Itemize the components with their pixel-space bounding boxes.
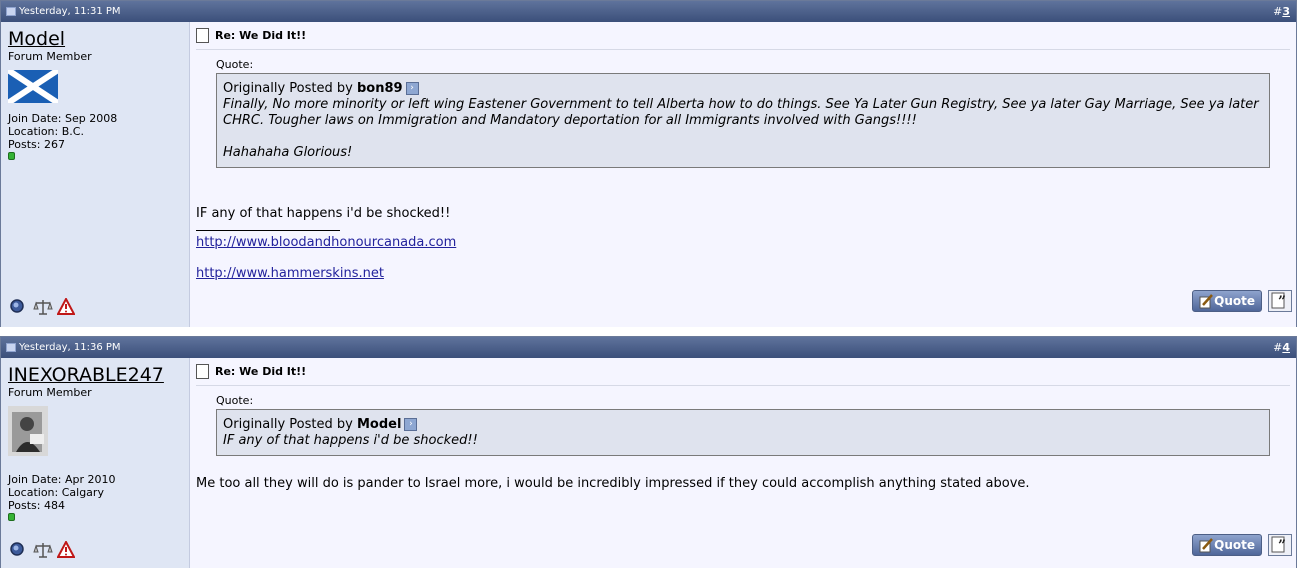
quote-label: Quote:	[216, 58, 254, 71]
post-page-icon	[196, 364, 209, 379]
reputation-icon	[8, 152, 15, 160]
join-date: Join Date: Sep 2008	[8, 112, 118, 125]
quote-block: Quote: Originally Posted by bon89 › Final…	[216, 58, 1270, 168]
user-icons	[9, 539, 76, 559]
signature-link-1[interactable]: http://www.bloodandhonourcanada.com	[196, 235, 1290, 250]
quote-label: Quote:	[216, 394, 254, 407]
multi-quote-button[interactable]: ”	[1268, 534, 1292, 556]
multi-quote-icon: ”	[1271, 536, 1286, 554]
post-4: Yesterday, 11:36 PM #4 INEXORABLE247 For…	[0, 336, 1297, 568]
post-title-text: Re: We Did It!!	[215, 365, 307, 378]
post-body-text: IF any of that happens i'd be shocked!!	[196, 206, 451, 221]
post-header: Yesterday, 11:31 PM #3	[1, 1, 1296, 22]
report-post-icon[interactable]	[56, 296, 76, 316]
post-date-text: Yesterday, 11:31 PM	[19, 6, 121, 17]
post-icon	[6, 7, 16, 16]
post-buttons: Quote ”	[1192, 534, 1292, 556]
online-status-icon	[9, 541, 27, 559]
post-title: Re: We Did It!!	[196, 364, 1290, 386]
svg-text:”: ”	[1278, 294, 1286, 310]
pencil-icon	[1199, 294, 1213, 309]
quote-button-label: Quote	[1214, 294, 1255, 308]
post-count: Posts: 484	[8, 499, 65, 512]
post-date: Yesterday, 11:31 PM	[6, 6, 121, 17]
post-date: Yesterday, 11:36 PM	[6, 342, 121, 353]
quote-box: Originally Posted by Model › IF any of th…	[216, 409, 1270, 456]
post-number-link[interactable]: #4	[1273, 341, 1290, 354]
svg-text:”: ”	[1278, 538, 1286, 554]
user-info: INEXORABLE247 Forum Member Join Date: Ap…	[1, 358, 190, 568]
post-page-icon	[196, 28, 209, 43]
online-status-icon	[9, 298, 27, 316]
user-icons	[9, 296, 76, 316]
join-date: Join Date: Apr 2010	[8, 473, 116, 486]
user-title: Forum Member	[8, 386, 92, 399]
post-number[interactable]: 4	[1282, 341, 1290, 354]
post-number[interactable]: 3	[1282, 5, 1290, 18]
quote-attribution: Originally Posted by Model ›	[223, 417, 1263, 433]
scotland-flag-avatar[interactable]	[6, 67, 182, 106]
quote-block: Quote: Originally Posted by Model › IF an…	[216, 394, 1270, 456]
quote-prefix: Originally Posted by	[223, 417, 357, 432]
pencil-icon	[1199, 538, 1213, 553]
quote-author: Model	[356, 417, 402, 432]
quote-button[interactable]: Quote	[1192, 290, 1262, 312]
quote-text-1: IF any of that happens i'd be shocked!!	[223, 433, 478, 448]
reputation-scale-icon[interactable]	[33, 541, 53, 559]
post-title: Re: We Did It!!	[196, 28, 1290, 50]
post-header: Yesterday, 11:36 PM #4	[1, 337, 1296, 358]
multi-quote-icon: ”	[1271, 292, 1286, 310]
multi-quote-button[interactable]: ”	[1268, 290, 1292, 312]
reputation-icon	[8, 513, 15, 521]
user-info: Model Forum Member Join Date: Sep 2008 L…	[1, 22, 190, 327]
location: Location: B.C.	[8, 125, 84, 138]
report-post-icon[interactable]	[56, 539, 76, 559]
quote-author: bon89	[356, 81, 403, 96]
quote-prefix: Originally Posted by	[223, 81, 357, 96]
username-link[interactable]: INEXORABLE247	[8, 364, 182, 386]
post-body-text: Me too all they will do is pander to Isr…	[196, 476, 1030, 491]
signature-divider	[196, 230, 340, 231]
quote-box: Originally Posted by bon89 › Finally, No …	[216, 73, 1270, 168]
post-count: Posts: 267	[8, 138, 65, 151]
user-title: Forum Member	[8, 50, 92, 63]
quote-button[interactable]: Quote	[1192, 534, 1262, 556]
signature: http://www.bloodandhonourcanada.com http…	[196, 235, 1290, 281]
view-post-arrow-icon[interactable]: ›	[405, 82, 419, 95]
photo-avatar[interactable]	[8, 406, 182, 459]
quote-button-label: Quote	[1214, 538, 1255, 552]
user-stats: Join Date: Apr 2010 Location: Calgary Po…	[8, 473, 182, 521]
signature-link-2[interactable]: http://www.hammerskins.net	[196, 266, 1290, 281]
reputation-scale-icon[interactable]	[33, 298, 53, 316]
post-icon	[6, 343, 16, 352]
post-date-text: Yesterday, 11:36 PM	[19, 342, 121, 353]
location: Location: Calgary	[8, 486, 104, 499]
post-title-text: Re: We Did It!!	[215, 29, 307, 42]
quote-text-2: Hahahaha Glorious!	[223, 145, 353, 160]
view-post-arrow-icon[interactable]: ›	[404, 418, 418, 431]
post-number-prefix: #	[1273, 5, 1283, 18]
post-buttons: Quote ”	[1192, 290, 1292, 312]
post-3: Yesterday, 11:31 PM #3 Model Forum Membe…	[0, 0, 1297, 327]
quote-attribution: Originally Posted by bon89 ›	[223, 81, 1263, 97]
user-stats: Join Date: Sep 2008 Location: B.C. Posts…	[8, 112, 182, 160]
post-message: Re: We Did It!! Quote: Originally Posted…	[190, 22, 1296, 327]
post-message: Re: We Did It!! Quote: Originally Posted…	[190, 358, 1296, 568]
quote-text-1: Finally, No more minority or left wing E…	[223, 97, 1259, 128]
post-number-link[interactable]: #3	[1273, 5, 1290, 18]
username-link[interactable]: Model	[8, 28, 182, 50]
post-number-prefix: #	[1273, 341, 1283, 354]
